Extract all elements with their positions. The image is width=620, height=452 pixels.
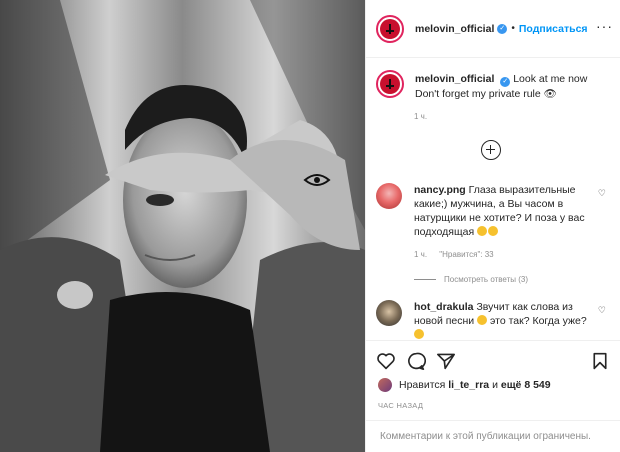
post-header: melovin_official ✓ • Подписаться ··· — [366, 0, 620, 58]
comment-username[interactable]: hot_drakula — [414, 301, 474, 313]
crying-emoji-icon — [477, 226, 488, 236]
post-sidebar: melovin_official ✓ • Подписаться ··· mel… — [365, 0, 620, 452]
likes-connector: и — [492, 379, 498, 391]
commenter-avatar[interactable] — [376, 183, 402, 209]
heart-icon[interactable] — [376, 352, 396, 370]
likes-count[interactable]: ещё 8 549 — [501, 379, 551, 391]
inverted-cross-icon — [386, 23, 394, 34]
comment-like-heart-icon[interactable]: ♡ — [598, 305, 606, 316]
comment-username[interactable]: nancy.png — [414, 184, 466, 196]
verified-badge-icon: ✓ — [500, 77, 511, 87]
plus-circle-icon[interactable] — [481, 140, 501, 160]
comment-likes[interactable]: "Нравится": 33 — [439, 250, 493, 259]
caption-text: melovin_official ✓ Look at me now Don't … — [415, 70, 587, 101]
comment-time[interactable]: 1 ч. — [414, 250, 427, 259]
comment-text: nancy.png Глаза выразительные какие;) му… — [414, 183, 594, 239]
paper-plane-icon[interactable] — [436, 352, 456, 370]
replies-line — [414, 279, 436, 280]
posted-time[interactable]: ЧАС НАЗАД — [378, 401, 423, 410]
likes-row: Нравится li_te_rra и ещё 8 549 — [378, 378, 551, 392]
comment-meta: 1 ч. "Нравится": 33 — [414, 250, 494, 259]
caption-line-1: Look at me now — [513, 73, 588, 85]
comment-text: hot_drakula Звучит как слова из новой пе… — [414, 300, 594, 340]
instagram-post: melovin_official ✓ • Подписаться ··· mel… — [0, 0, 620, 452]
crying-emoji-icon — [488, 226, 499, 236]
list-item: nancy.png Глаза выразительные какие;) му… — [376, 183, 616, 239]
view-replies-label: Посмотреть ответы (3) — [444, 275, 529, 284]
action-bar — [366, 340, 620, 376]
likes-prefix: Нравится — [399, 379, 446, 391]
comment-like-heart-icon[interactable]: ♡ — [598, 188, 606, 199]
caption-line-2: Don't forget my private rule 👁 — [415, 88, 557, 100]
commenter-avatar[interactable] — [376, 300, 402, 326]
header-separator: • — [511, 23, 515, 34]
follow-button[interactable]: Подписаться — [519, 23, 588, 35]
smirk-emoji-icon — [477, 315, 488, 325]
avatar[interactable] — [376, 70, 404, 98]
caption-username[interactable]: melovin_official — [415, 73, 494, 85]
comments-limited-notice: Комментарии к этой публикации ограничены… — [366, 420, 620, 452]
liker-username[interactable]: li_te_rra — [448, 379, 489, 391]
bookmark-icon[interactable] — [591, 352, 609, 370]
post-photo-image — [0, 0, 365, 452]
more-horizontal-icon[interactable]: ··· — [596, 18, 613, 34]
verified-badge-icon: ✓ — [497, 23, 508, 34]
post-photo[interactable] — [0, 0, 365, 452]
list-item: hot_drakula Звучит как слова из новой пе… — [376, 300, 616, 340]
inverted-cross-icon — [386, 79, 394, 89]
header-username[interactable]: melovin_official — [415, 23, 494, 35]
avatar[interactable] — [376, 14, 404, 43]
smile-emoji-icon — [414, 329, 424, 339]
caption-time[interactable]: 1 ч. — [414, 112, 427, 121]
view-replies-button[interactable]: Посмотреть ответы (3) — [414, 275, 528, 284]
post-caption: melovin_official ✓ Look at me now Don't … — [376, 70, 616, 101]
comment-body-2: это так? Когда уже? — [490, 315, 587, 327]
comment-icon[interactable] — [406, 352, 426, 370]
liker-avatar[interactable] — [378, 378, 392, 392]
